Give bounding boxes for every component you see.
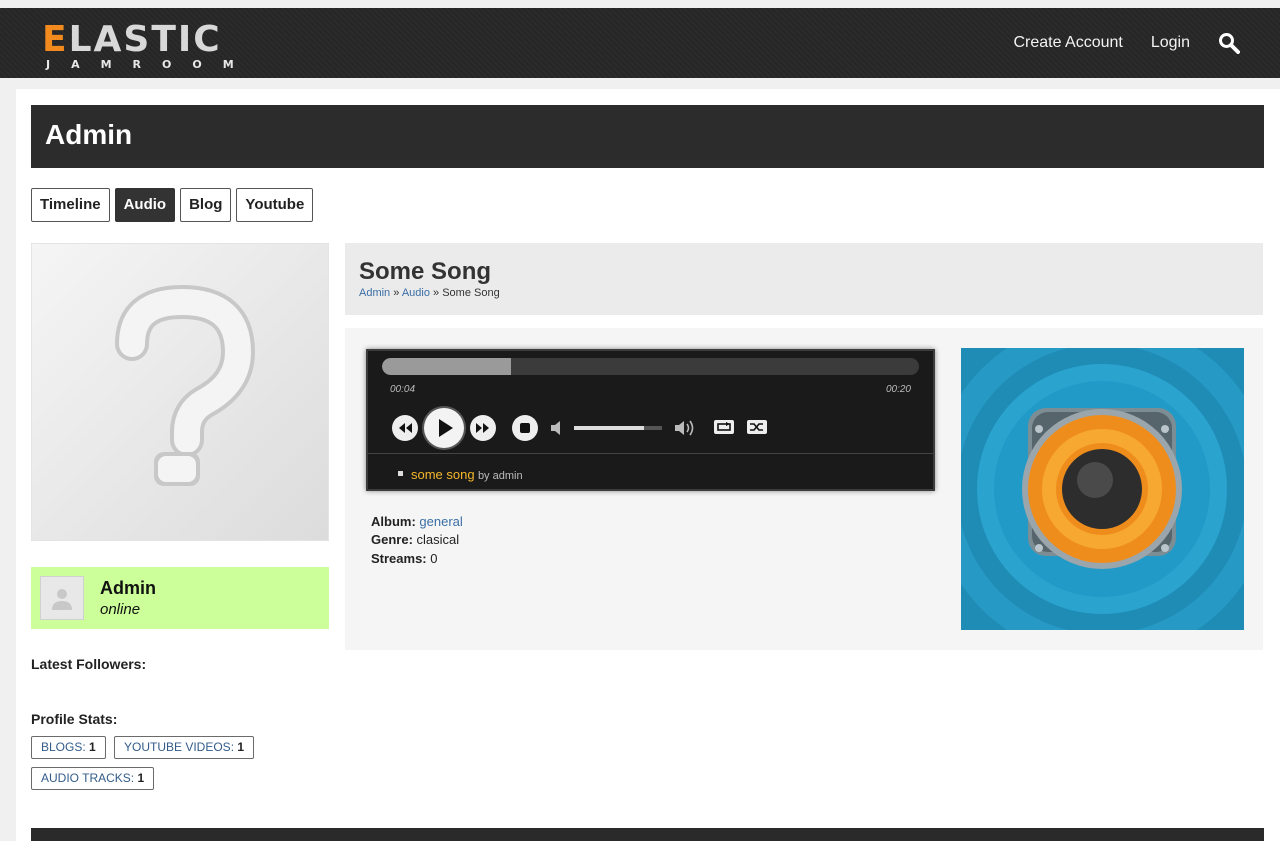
stop-button[interactable] (512, 415, 538, 441)
user-status-card[interactable]: Admin online (31, 567, 329, 629)
play-icon (439, 419, 453, 437)
avatar[interactable] (40, 576, 84, 620)
create-account-link[interactable]: Create Account (1013, 34, 1122, 52)
tab-audio[interactable]: Audio (114, 188, 176, 222)
breadcrumb-link-audio[interactable]: Audio (402, 287, 430, 299)
song-title: Some Song (359, 258, 492, 285)
song-cover-art[interactable] (961, 348, 1244, 630)
profile-title-bar: Admin (31, 105, 1264, 168)
playlist-track-title[interactable]: some song (411, 467, 475, 482)
breadcrumb-current: Some Song (442, 287, 500, 299)
user-silhouette-icon (52, 589, 72, 610)
total-time: 00:20 (885, 384, 911, 395)
stat-badge-audio-tracks[interactable]: AUDIO TRACKS: 1 (31, 767, 155, 790)
album-row: Album: general (371, 514, 463, 529)
search-icon[interactable] (1218, 32, 1240, 54)
volume-max-icon[interactable] (674, 417, 698, 439)
stat-badge-youtube-videos[interactable]: YOUTUBE VIDEOS: 1 (114, 736, 255, 759)
login-link[interactable]: Login (1151, 34, 1190, 52)
tab-timeline[interactable]: Timeline (31, 188, 110, 222)
seek-bar-progress (382, 358, 511, 375)
speaker-icon (961, 348, 1244, 630)
rewind-icon (399, 423, 412, 433)
top-nav-links: Create Account Login (985, 32, 1240, 54)
streams-value: 0 (430, 551, 438, 566)
latest-followers-heading: Latest Followers: (31, 656, 147, 672)
page-title: Admin (45, 119, 133, 150)
streams-row: Streams: 0 (371, 551, 438, 566)
genre-label: Genre: (371, 532, 413, 547)
player-controls (390, 405, 910, 451)
volume-slider[interactable] (574, 426, 662, 430)
album-label: Album: (371, 514, 416, 529)
playlist-item[interactable]: some song by admin (398, 467, 523, 482)
breadcrumb-separator: » (433, 287, 440, 299)
album-link[interactable]: general (419, 514, 462, 529)
user-name[interactable]: Admin (100, 578, 156, 599)
profile-stats-heading: Profile Stats: (31, 711, 118, 727)
question-mark-icon (115, 284, 256, 486)
previous-button[interactable] (392, 415, 418, 441)
current-time: 00:04 (390, 384, 416, 395)
top-navbar: ELASTIC JAMROOM Create Account Login (0, 8, 1280, 78)
logo-subtitle: JAMROOM (46, 58, 255, 71)
seek-bar[interactable] (382, 358, 919, 375)
genre-value: clasical (416, 532, 460, 547)
user-online-status: online (100, 601, 141, 618)
repeat-icon[interactable] (713, 418, 735, 436)
stat-badge-blogs[interactable]: BLOGS: 1 (31, 736, 106, 759)
playlist-bullet-icon (398, 471, 403, 477)
streams-label: Streams: (371, 551, 427, 566)
footer-bar (31, 828, 1264, 841)
genre-row: Genre: clasical (371, 532, 459, 547)
audio-player: 00:04 00:20 some song by admin (366, 349, 935, 491)
profile-image[interactable] (31, 243, 329, 541)
breadcrumb: Admin » Audio » Some Song (359, 287, 500, 299)
site-logo[interactable]: ELASTIC JAMROOM (42, 22, 257, 72)
volume-level (574, 426, 645, 430)
breadcrumb-separator: » (393, 287, 400, 299)
play-button[interactable] (424, 408, 464, 448)
profile-tabs: Timeline Audio Blog Youtube (31, 188, 318, 222)
breadcrumb-link-admin[interactable]: Admin (359, 287, 390, 299)
fast-forward-icon (476, 423, 489, 433)
song-header: Some Song Admin » Audio » Some Song (345, 243, 1263, 315)
stop-icon (520, 423, 530, 433)
logo-wordmark: ELASTIC (42, 19, 222, 60)
playlist-divider (368, 453, 933, 454)
next-button[interactable] (470, 415, 496, 441)
playlist-track-artist: by admin (477, 470, 523, 482)
mute-icon[interactable] (550, 419, 564, 437)
tab-blog[interactable]: Blog (180, 188, 232, 222)
shuffle-icon[interactable] (746, 418, 768, 436)
tab-youtube[interactable]: Youtube (236, 188, 314, 222)
